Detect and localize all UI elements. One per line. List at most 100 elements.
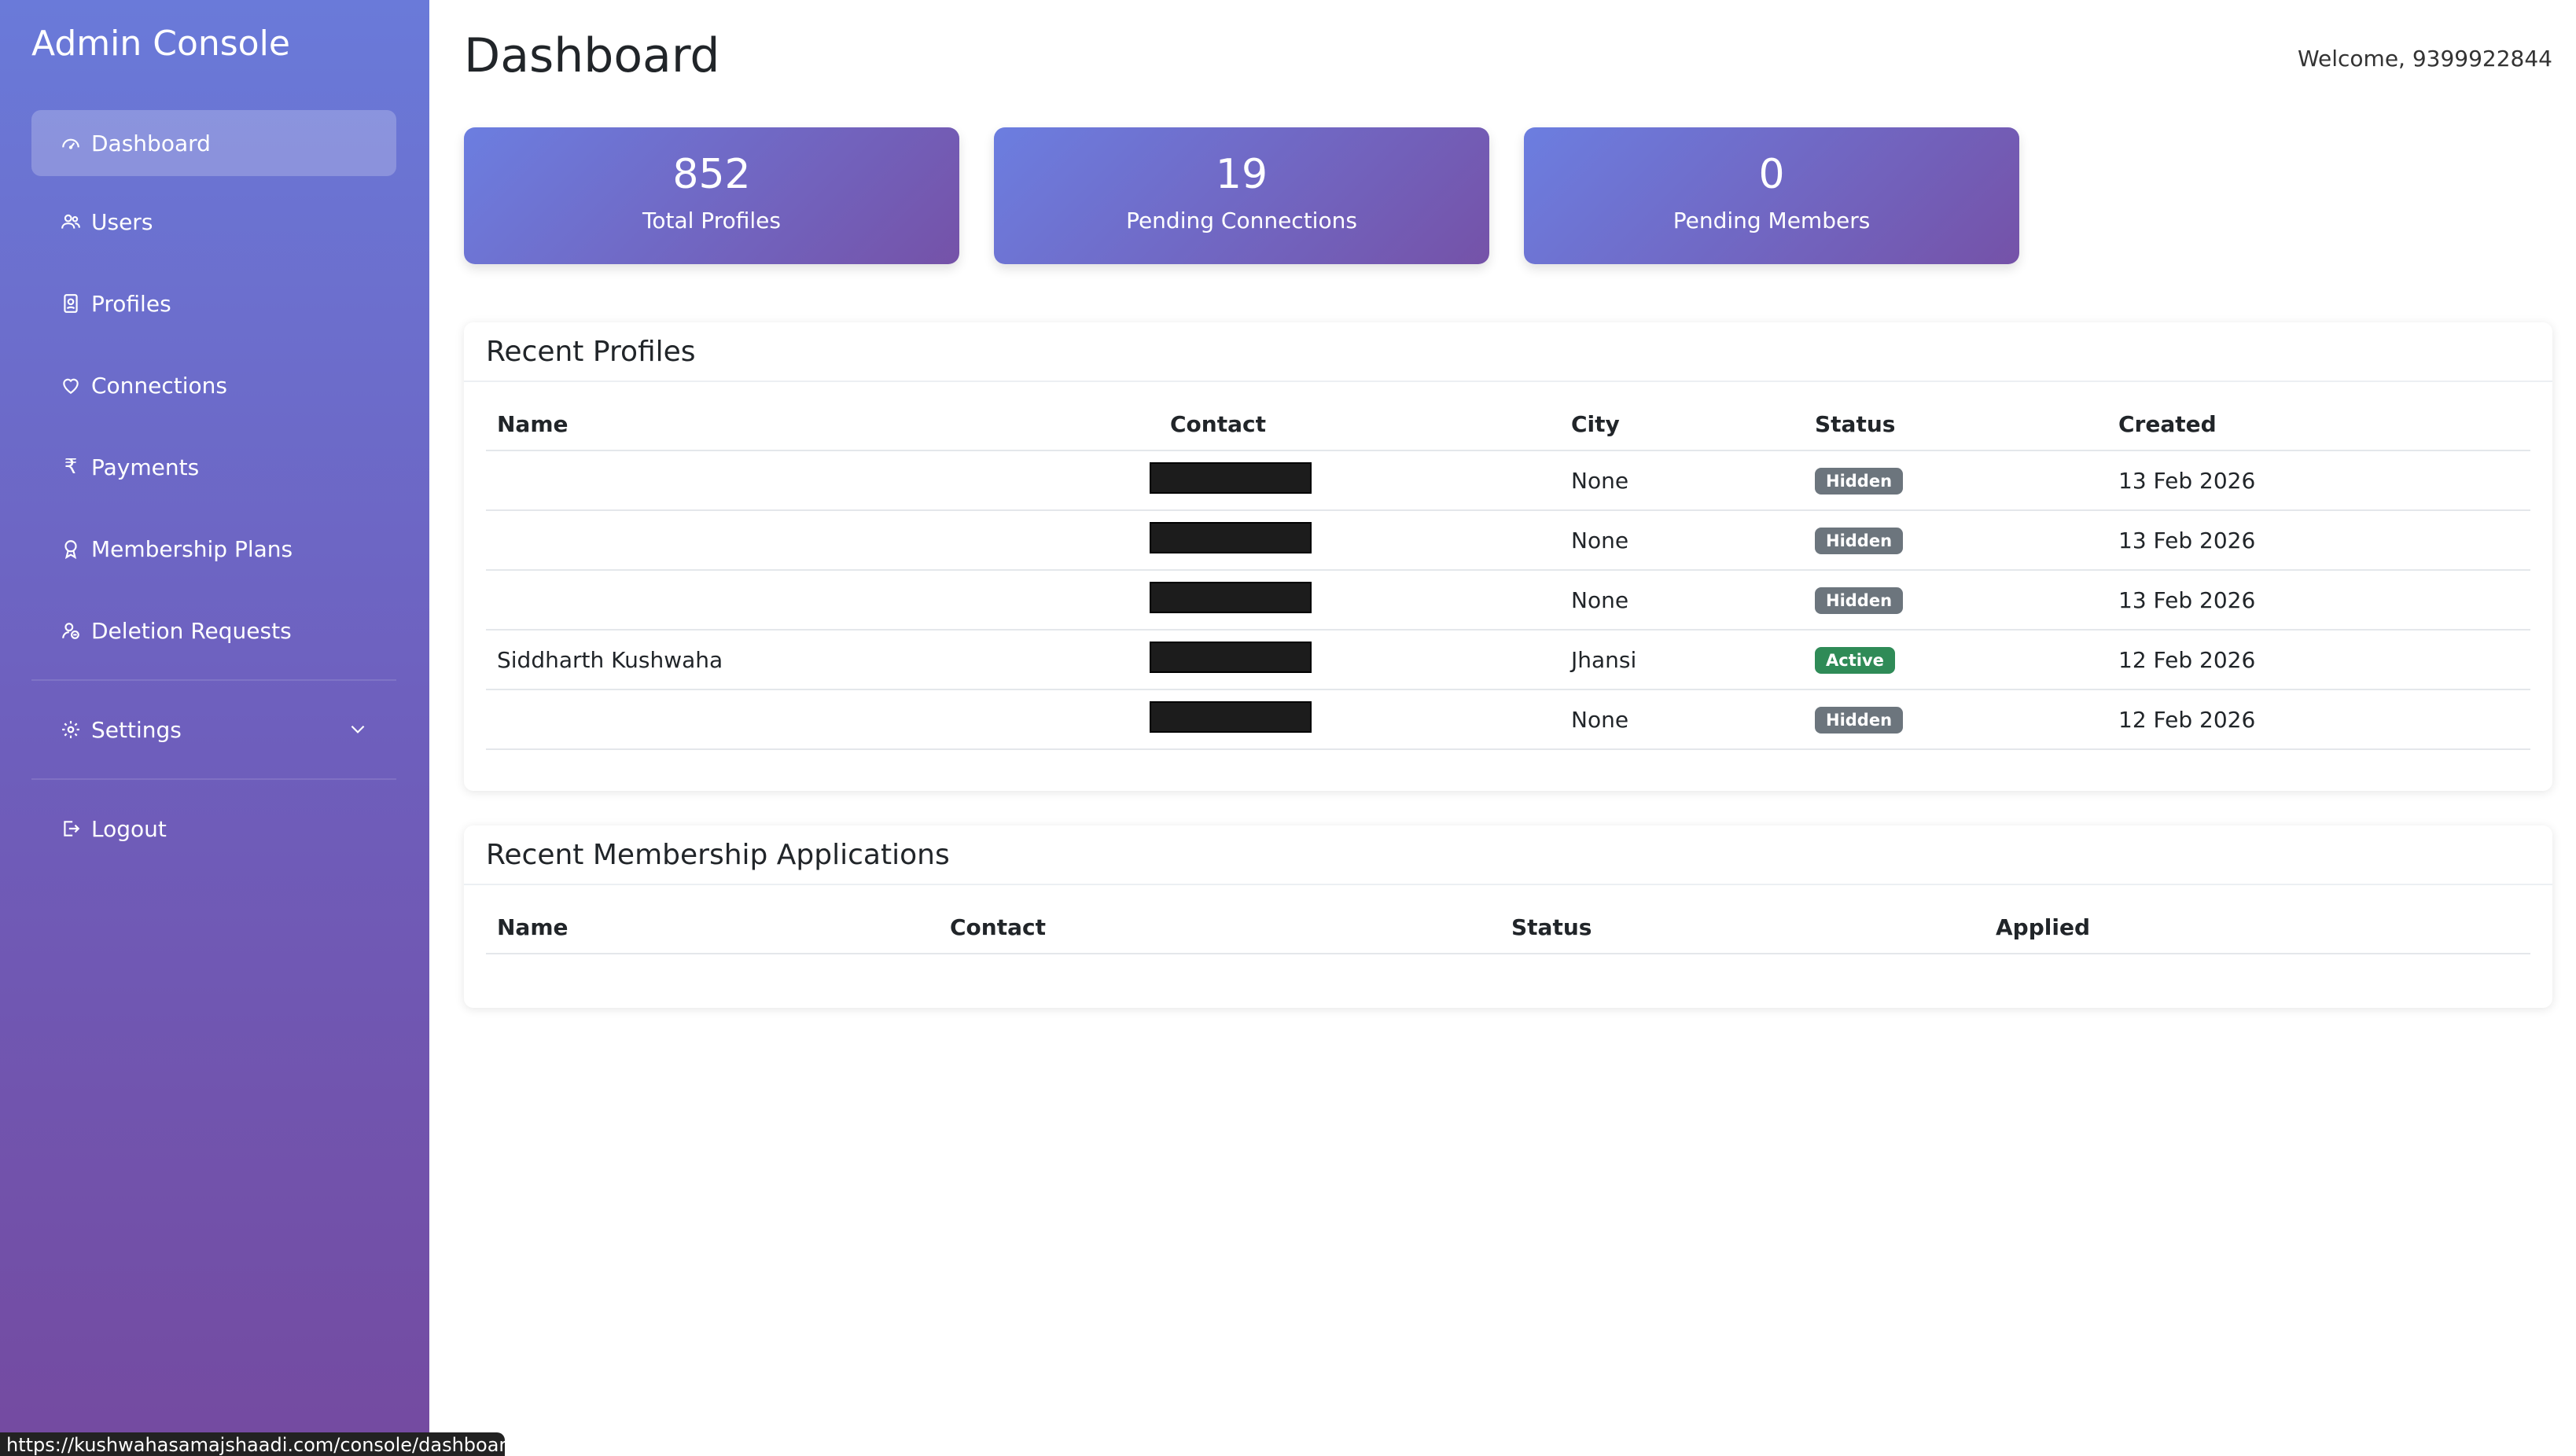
sidebar-item-logout[interactable]: Logout: [31, 796, 396, 862]
sidebar-item-label: Settings: [91, 716, 182, 743]
cell-contact: [1139, 570, 1560, 631]
sidebar-item-label: Connections: [91, 372, 228, 399]
table-header-row: Name Contact Status Applied: [486, 901, 2530, 954]
column-header: Contact: [939, 901, 1500, 954]
dashboard-icon: [60, 132, 82, 154]
sidebar-divider: [31, 778, 396, 780]
stat-value: 19: [1215, 151, 1268, 198]
stat-label: Pending Connections: [1126, 208, 1357, 233]
rupee-icon: ₹: [64, 455, 78, 479]
stat-value: 852: [672, 151, 751, 198]
page-title: Dashboard: [464, 28, 720, 83]
cell-status: Hidden: [1804, 510, 2107, 571]
sidebar-item-label: Payments: [91, 454, 200, 480]
recent-profiles-panel: Recent Profiles Name Contact City Status…: [464, 322, 2552, 791]
cell-contact: [1139, 630, 1560, 690]
status-badge: Hidden: [1815, 468, 1904, 495]
cell-city: Jhansi: [1560, 630, 1804, 690]
cell-contact: [1139, 450, 1560, 511]
gear-icon: [60, 719, 82, 741]
sidebar-item-membership-plans[interactable]: Membership Plans: [31, 516, 396, 582]
stat-value: 0: [1758, 151, 1785, 198]
cell-created: 12 Feb 2026: [2107, 630, 2530, 690]
profile-card-icon: [60, 292, 82, 314]
recent-memberships-panel: Recent Membership Applications Name Cont…: [464, 825, 2552, 1008]
sidebar: Admin Console Dashboard Users Profiles C…: [0, 0, 429, 1456]
column-header: Contact: [1139, 398, 1560, 451]
welcome-text: Welcome, 9399922844: [2297, 46, 2552, 72]
cell-status: Hidden: [1804, 450, 2107, 511]
cell-city: None: [1560, 689, 1804, 750]
status-badge: Hidden: [1815, 528, 1904, 554]
column-header: Applied: [1985, 901, 2530, 954]
column-header: Status: [1500, 901, 1985, 954]
table-row[interactable]: None Hidden 13 Feb 2026: [486, 510, 2530, 571]
redacted-contact: [1150, 461, 1312, 494]
table-header-row: Name Contact City Status Created: [486, 398, 2530, 451]
recent-profiles-table: Name Contact City Status Created None Hi…: [486, 398, 2530, 750]
table-row[interactable]: None Hidden 13 Feb 2026: [486, 570, 2530, 631]
cell-status: Hidden: [1804, 689, 2107, 750]
cell-name: [486, 689, 1139, 750]
status-badge: Hidden: [1815, 707, 1904, 734]
cell-contact: [1139, 689, 1560, 750]
brand-title: Admin Console: [31, 24, 290, 64]
sidebar-item-payments[interactable]: ₹ Payments: [31, 434, 396, 500]
sidebar-nav: Dashboard Users Profiles Connections ₹ P…: [31, 110, 396, 877]
column-header: Status: [1804, 398, 2107, 451]
redacted-contact: [1150, 641, 1312, 673]
cell-city: None: [1560, 510, 1804, 571]
cell-contact: [1139, 510, 1560, 571]
cell-name: [486, 570, 1139, 631]
sidebar-item-label: Users: [91, 208, 153, 235]
stats-cards: 852 Total Profiles 19 Pending Connection…: [464, 127, 2019, 264]
cell-created: 13 Feb 2026: [2107, 510, 2530, 571]
stat-card-total-profiles: 852 Total Profiles: [464, 127, 959, 264]
column-header: Name: [486, 398, 1139, 451]
table-row[interactable]: None Hidden 12 Feb 2026: [486, 689, 2530, 750]
recent-memberships-table: Name Contact Status Applied: [486, 901, 2530, 954]
sidebar-item-label: Profiles: [91, 290, 171, 317]
stat-label: Pending Members: [1673, 208, 1871, 233]
panel-title: Recent Profiles: [464, 322, 2552, 382]
sidebar-item-label: Membership Plans: [91, 535, 293, 562]
stat-label: Total Profiles: [642, 208, 781, 233]
table-row[interactable]: Siddharth Kushwaha Jhansi Active 12 Feb …: [486, 630, 2530, 690]
heart-icon: [60, 374, 82, 396]
stat-card-pending-connections: 19 Pending Connections: [994, 127, 1489, 264]
sidebar-item-connections[interactable]: Connections: [31, 352, 396, 418]
chevron-down-icon[interactable]: [348, 719, 368, 745]
column-header: Created: [2107, 398, 2530, 451]
stat-card-pending-members: 0 Pending Members: [1524, 127, 2019, 264]
cell-created: 13 Feb 2026: [2107, 450, 2530, 511]
status-badge: Hidden: [1815, 587, 1904, 614]
logout-icon: [60, 818, 82, 840]
cell-name: [486, 450, 1139, 511]
sidebar-item-dashboard[interactable]: Dashboard: [31, 110, 396, 176]
cell-created: 12 Feb 2026: [2107, 689, 2530, 750]
user-remove-icon: [60, 620, 82, 642]
link-status-bar: https://kushwahasamajshaadi.com/console/…: [0, 1432, 505, 1456]
column-header: Name: [486, 901, 939, 954]
users-icon: [60, 211, 82, 233]
sidebar-item-profiles[interactable]: Profiles: [31, 270, 396, 336]
table-row[interactable]: None Hidden 13 Feb 2026: [486, 450, 2530, 511]
sidebar-item-users[interactable]: Users: [31, 189, 396, 255]
redacted-contact: [1150, 700, 1312, 733]
sidebar-item-label: Deletion Requests: [91, 617, 292, 644]
redacted-contact: [1150, 581, 1312, 613]
sidebar-item-settings[interactable]: Settings: [31, 697, 396, 763]
sidebar-item-label: Logout: [91, 815, 167, 842]
cell-name: Siddharth Kushwaha: [486, 630, 1139, 690]
sidebar-item-deletion-requests[interactable]: Deletion Requests: [31, 597, 396, 664]
award-icon: [60, 538, 82, 560]
cell-status: Hidden: [1804, 570, 2107, 631]
column-header: City: [1560, 398, 1804, 451]
sidebar-divider: [31, 679, 396, 681]
redacted-contact: [1150, 521, 1312, 553]
cell-city: None: [1560, 570, 1804, 631]
panel-title: Recent Membership Applications: [464, 825, 2552, 885]
cell-city: None: [1560, 450, 1804, 511]
cell-created: 13 Feb 2026: [2107, 570, 2530, 631]
sidebar-item-label: Dashboard: [91, 130, 211, 156]
